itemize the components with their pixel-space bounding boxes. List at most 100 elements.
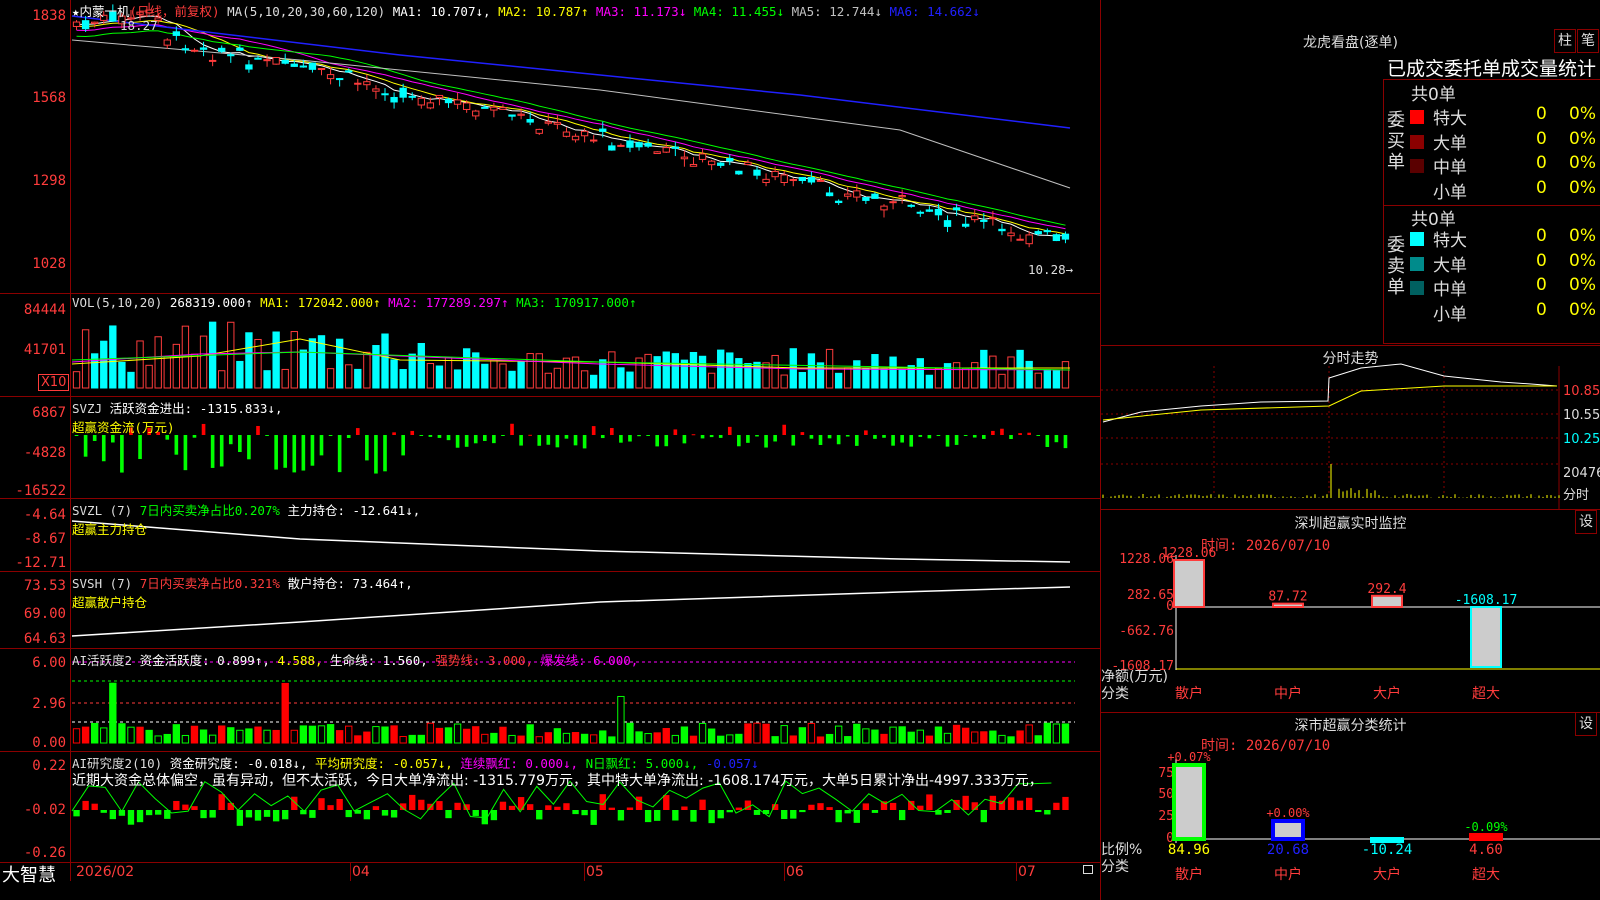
activity-bar bbox=[862, 728, 870, 744]
volume-bar bbox=[535, 353, 543, 389]
intraday-chart[interactable] bbox=[1101, 346, 1600, 509]
candle-body bbox=[590, 139, 598, 142]
intraday-panel[interactable]: 分时走势 10.85 10.55 10.25 20476 分时 bbox=[1101, 346, 1600, 510]
activity-bar bbox=[1007, 736, 1015, 744]
svzl-title: 超赢主力持仓 bbox=[72, 522, 148, 537]
axis-date: 04 bbox=[352, 864, 370, 880]
tick-view-button[interactable]: 笔 bbox=[1577, 29, 1599, 53]
activity-bar bbox=[345, 725, 353, 744]
order-row-name: 特大 bbox=[1433, 231, 1467, 251]
candle-body bbox=[208, 59, 217, 62]
volume-bar bbox=[408, 353, 416, 389]
research-bar bbox=[944, 810, 951, 813]
ai-activity-panel[interactable]: 6.00 2.96 0.00 AI活跃度2 资金活跃度: 0.899↑, 4.5… bbox=[0, 649, 1100, 752]
candle-body bbox=[372, 88, 380, 92]
activity-bar bbox=[308, 725, 317, 744]
candle-body bbox=[680, 156, 689, 160]
volume-panel[interactable]: 84444 41701 X10 VOL(5,10,20) 268319.000↑… bbox=[0, 294, 1100, 397]
class-category: 散户 bbox=[1175, 867, 1203, 883]
flow-bar bbox=[392, 432, 396, 435]
candle-body bbox=[952, 207, 961, 211]
research-bar bbox=[499, 801, 507, 810]
research-bar bbox=[554, 806, 561, 810]
volume-bar bbox=[1052, 370, 1061, 389]
activity-bar bbox=[363, 731, 371, 744]
flow-bar bbox=[428, 435, 433, 437]
research-bar bbox=[889, 802, 897, 810]
volume-bar bbox=[227, 321, 235, 389]
candle-body bbox=[245, 64, 253, 70]
candle-body bbox=[535, 128, 543, 134]
activity-bar bbox=[417, 734, 425, 744]
ai-research-panel[interactable]: 0.22 -0.02 -0.26 AI研究度2(10) 资金研究度: -0.01… bbox=[0, 752, 1100, 863]
activity-bar bbox=[517, 735, 525, 744]
svzl-pos: 主力持仓: -12.641↓, bbox=[287, 503, 421, 518]
research-bar bbox=[227, 802, 234, 810]
candlestick-chart[interactable] bbox=[0, 0, 1100, 293]
bar-view-button[interactable]: 柱 bbox=[1554, 29, 1576, 53]
volume-bar bbox=[971, 362, 979, 389]
candle-body bbox=[580, 130, 589, 137]
vol-value: 268319.000↑ bbox=[169, 295, 253, 310]
order-row-pct: 0% bbox=[1569, 226, 1596, 246]
flow-bar bbox=[764, 435, 768, 448]
activity-bar bbox=[807, 722, 816, 744]
flow-bar bbox=[864, 430, 868, 435]
flow-bar bbox=[809, 435, 814, 439]
chart-mode[interactable]: (日线，前复权) bbox=[130, 4, 220, 19]
flow-bar bbox=[610, 428, 614, 435]
activity-bar bbox=[952, 724, 961, 744]
volume-bar bbox=[435, 365, 444, 389]
flow-bar bbox=[292, 435, 297, 473]
activity-bar bbox=[934, 726, 943, 744]
activity-bar bbox=[208, 734, 217, 744]
ai2-a: 资金研究度: -0.018↓, bbox=[169, 756, 308, 771]
candle-body bbox=[662, 147, 670, 153]
svsh-pos: 散户持仓: 73.464↑, bbox=[287, 576, 413, 591]
activity-bar bbox=[753, 722, 761, 744]
activity-bar bbox=[544, 732, 552, 744]
volume-bar bbox=[880, 368, 888, 389]
activity-bar bbox=[100, 727, 108, 744]
volume-bar bbox=[517, 361, 525, 389]
brand-label: 大智慧 bbox=[2, 865, 56, 886]
svzj-panel[interactable]: 6867 -4828 -16522 SVZJ 活跃资金进出: -1315.833… bbox=[0, 397, 1100, 499]
lock-icon[interactable] bbox=[1083, 865, 1093, 874]
candle-body bbox=[853, 190, 861, 198]
research-bar bbox=[808, 804, 815, 810]
volume-bar bbox=[916, 358, 924, 389]
sz-monitor-xlabel: 分类 bbox=[1101, 686, 1129, 702]
volume-bar bbox=[798, 372, 807, 389]
flow-bar bbox=[410, 430, 415, 435]
svzl-panel[interactable]: -4.64 -8.67 -12.71 SVZL (7) 7日内买卖净占比0.20… bbox=[0, 499, 1100, 572]
research-bar bbox=[708, 810, 715, 824]
svsh-header: SVSH (7) bbox=[72, 576, 133, 591]
candle-body bbox=[789, 179, 797, 182]
activity-bar bbox=[281, 682, 289, 744]
research-bar bbox=[663, 795, 670, 810]
stock-title[interactable]: ★内蒙一机 bbox=[72, 4, 130, 19]
activity-bar bbox=[925, 735, 934, 744]
kline-panel[interactable]: 1838 1568 1298 1028 ★内蒙一机(日线，前复权) MA(5,1… bbox=[0, 0, 1100, 294]
research-bar bbox=[790, 810, 797, 819]
ma1-value: MA1: 10.707↓, bbox=[392, 4, 491, 19]
svsh-panel[interactable]: 73.53 69.00 64.63 SVSH (7) 7日内买卖净占比0.321… bbox=[0, 572, 1100, 649]
svzl-header: SVZL (7) bbox=[72, 503, 133, 518]
order-row-count: 0 bbox=[1536, 104, 1547, 124]
low-note: 10.28→ bbox=[1028, 262, 1074, 277]
monitor-value-label: 292.4 bbox=[1367, 582, 1406, 597]
candle-body bbox=[644, 142, 652, 147]
ai2-e: -0.057↓ bbox=[705, 756, 759, 771]
order-color-swatch bbox=[1410, 256, 1424, 271]
volume-bar bbox=[1034, 372, 1042, 389]
activity-bar bbox=[698, 722, 707, 744]
flow-bar bbox=[210, 435, 215, 468]
candle-body bbox=[81, 20, 90, 30]
flow-bar bbox=[737, 435, 741, 447]
volume-bar bbox=[590, 374, 598, 389]
flow-bar bbox=[900, 435, 904, 443]
research-bar bbox=[799, 810, 806, 813]
research-bar bbox=[282, 810, 289, 820]
ai2-b: 平均研究度: -0.057↓, bbox=[315, 756, 453, 771]
flow-bar bbox=[682, 435, 687, 444]
